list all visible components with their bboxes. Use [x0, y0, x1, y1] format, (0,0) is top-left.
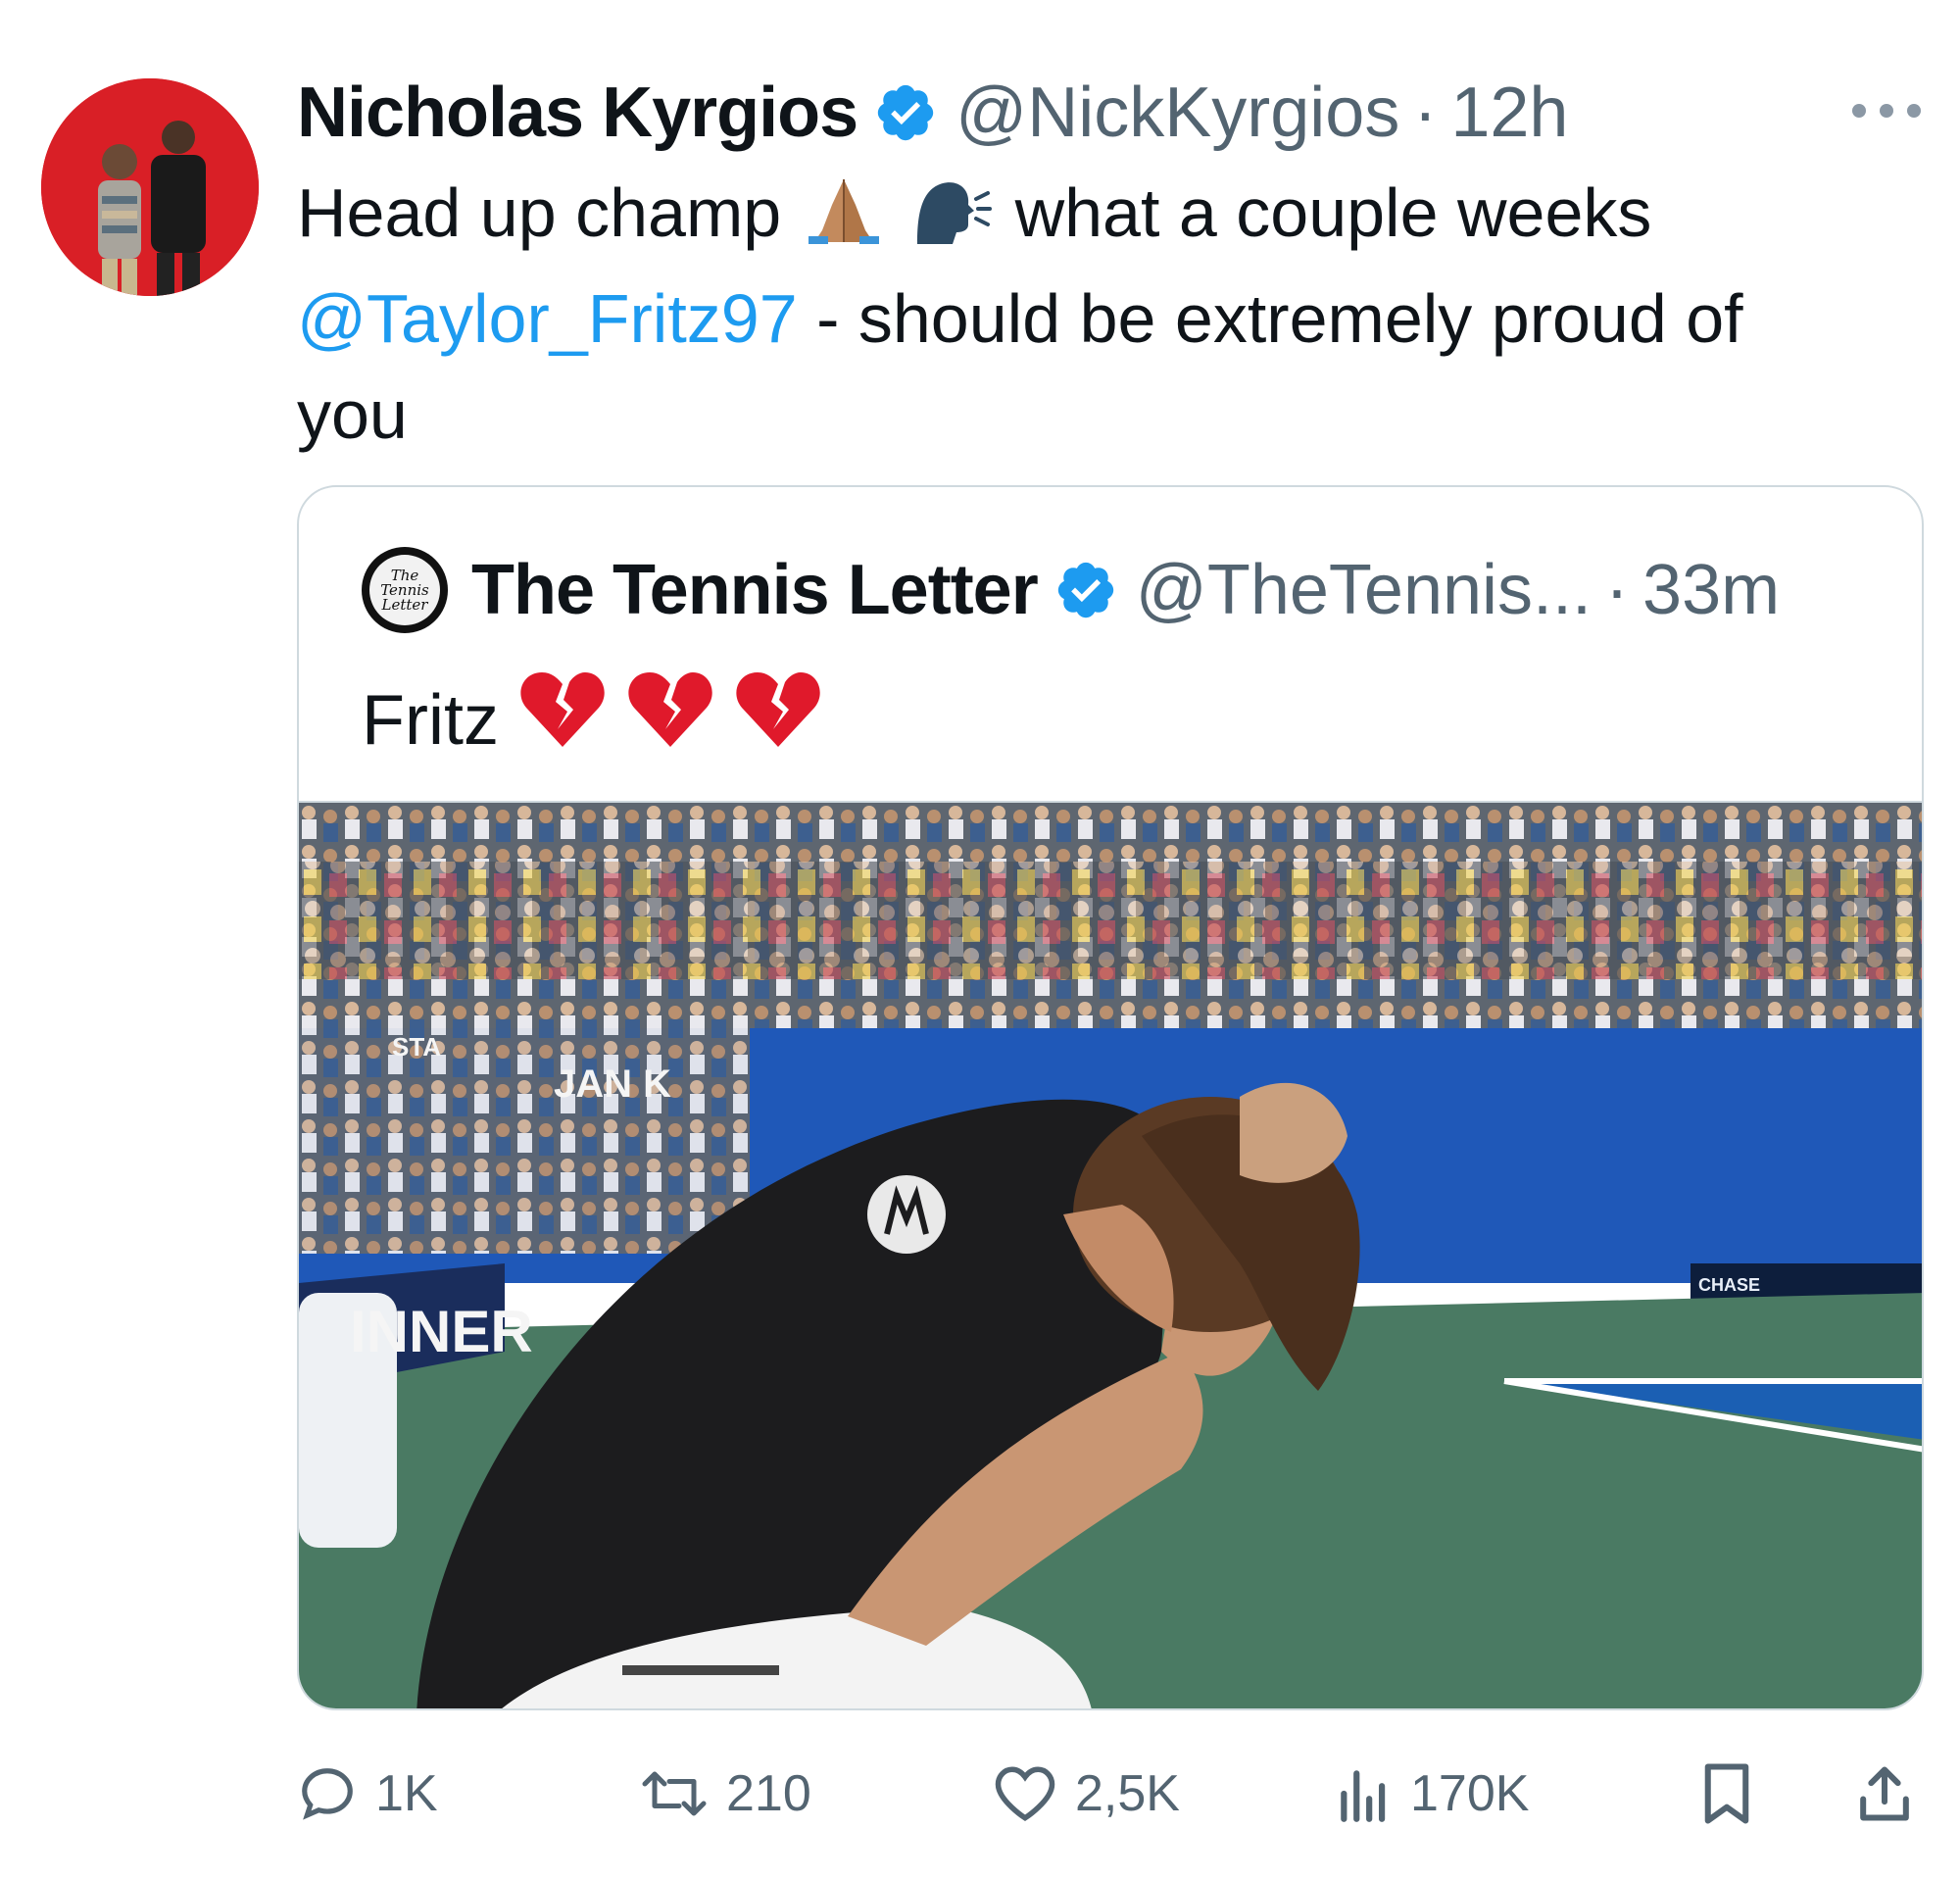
- banner-winner-text: INNER: [350, 1299, 533, 1364]
- share-icon: [1860, 1766, 1909, 1821]
- quoted-tweet-text: Fritz: [362, 668, 822, 771]
- separator-dot: ·: [1605, 551, 1630, 629]
- heart-icon: [995, 1766, 1055, 1822]
- tweet-header: Nicholas Kyrgios @NickKyrgios · 12h: [297, 69, 1568, 157]
- author-name[interactable]: Nicholas Kyrgios: [297, 73, 858, 153]
- timestamp[interactable]: 12h: [1450, 73, 1568, 153]
- broken-heart-icon: [518, 668, 607, 771]
- author-handle[interactable]: @NickKyrgios: [956, 73, 1399, 153]
- views-count: 170K: [1410, 1765, 1530, 1822]
- quoted-author-avatar[interactable]: The Tennis Letter: [362, 547, 448, 633]
- quoted-timestamp[interactable]: 33m: [1642, 550, 1780, 630]
- tweet-text-part: you: [297, 376, 408, 453]
- praying-hands-icon: [805, 174, 883, 271]
- like-button[interactable]: 2,5K: [993, 1759, 1180, 1828]
- verified-badge-icon: [873, 80, 938, 145]
- tweet-text-part: Head up champ: [297, 174, 782, 251]
- broken-heart-icon: [626, 668, 714, 771]
- reply-icon: [302, 1768, 353, 1820]
- banner-chase-text: CHASE: [1698, 1275, 1760, 1295]
- quoted-tweet-card[interactable]: The Tennis Letter The Tennis Letter @The…: [297, 485, 1924, 1710]
- broken-heart-icon: [734, 668, 822, 771]
- repost-icon: [642, 1771, 707, 1816]
- tweet-text-part: what a couple weeks: [1014, 174, 1652, 251]
- views-icon: [1341, 1770, 1386, 1822]
- bookmark-icon: [1704, 1763, 1749, 1824]
- quoted-author-handle[interactable]: @TheTennis...: [1136, 550, 1592, 630]
- quoted-tweet-header: The Tennis Letter The Tennis Letter @The…: [362, 546, 1780, 634]
- views-button[interactable]: 170K: [1336, 1759, 1529, 1828]
- bookmark-button[interactable]: [1698, 1759, 1773, 1828]
- quoted-text: Fritz: [362, 680, 499, 760]
- repost-count: 210: [726, 1765, 811, 1822]
- separator-dot: ·: [1413, 74, 1438, 152]
- tweet-actions: 1K 210 2,5K 170K: [297, 1759, 1924, 1828]
- quoted-author-name[interactable]: The Tennis Letter: [471, 550, 1039, 630]
- mention-link[interactable]: @Taylor_Fritz97: [297, 280, 798, 357]
- repost-button[interactable]: 210: [640, 1759, 811, 1828]
- banner-sponsor-text: STA: [392, 1032, 441, 1062]
- reply-button[interactable]: 1K: [297, 1759, 438, 1828]
- tweet-text: Head up champ what a couple weeks @Taylo…: [297, 165, 1904, 463]
- like-count: 2,5K: [1075, 1765, 1180, 1822]
- banner-name-text: JAN K: [554, 1063, 671, 1106]
- verified-badge-icon: [1054, 558, 1118, 622]
- speaking-head-icon: [909, 174, 993, 271]
- quoted-tweet-photo[interactable]: STA JAN K INNER CHASE: [299, 801, 1922, 1708]
- more-options-icon[interactable]: [1852, 98, 1921, 124]
- tweet-text-part: - should be extremely proud of: [797, 280, 1743, 357]
- reply-count: 1K: [375, 1765, 438, 1822]
- tweet[interactable]: Nicholas Kyrgios @NickKyrgios · 12h Head…: [0, 0, 1960, 1878]
- share-button[interactable]: [1855, 1759, 1932, 1828]
- avatar-logo-text: Letter: [381, 595, 428, 614]
- author-avatar[interactable]: [41, 78, 259, 296]
